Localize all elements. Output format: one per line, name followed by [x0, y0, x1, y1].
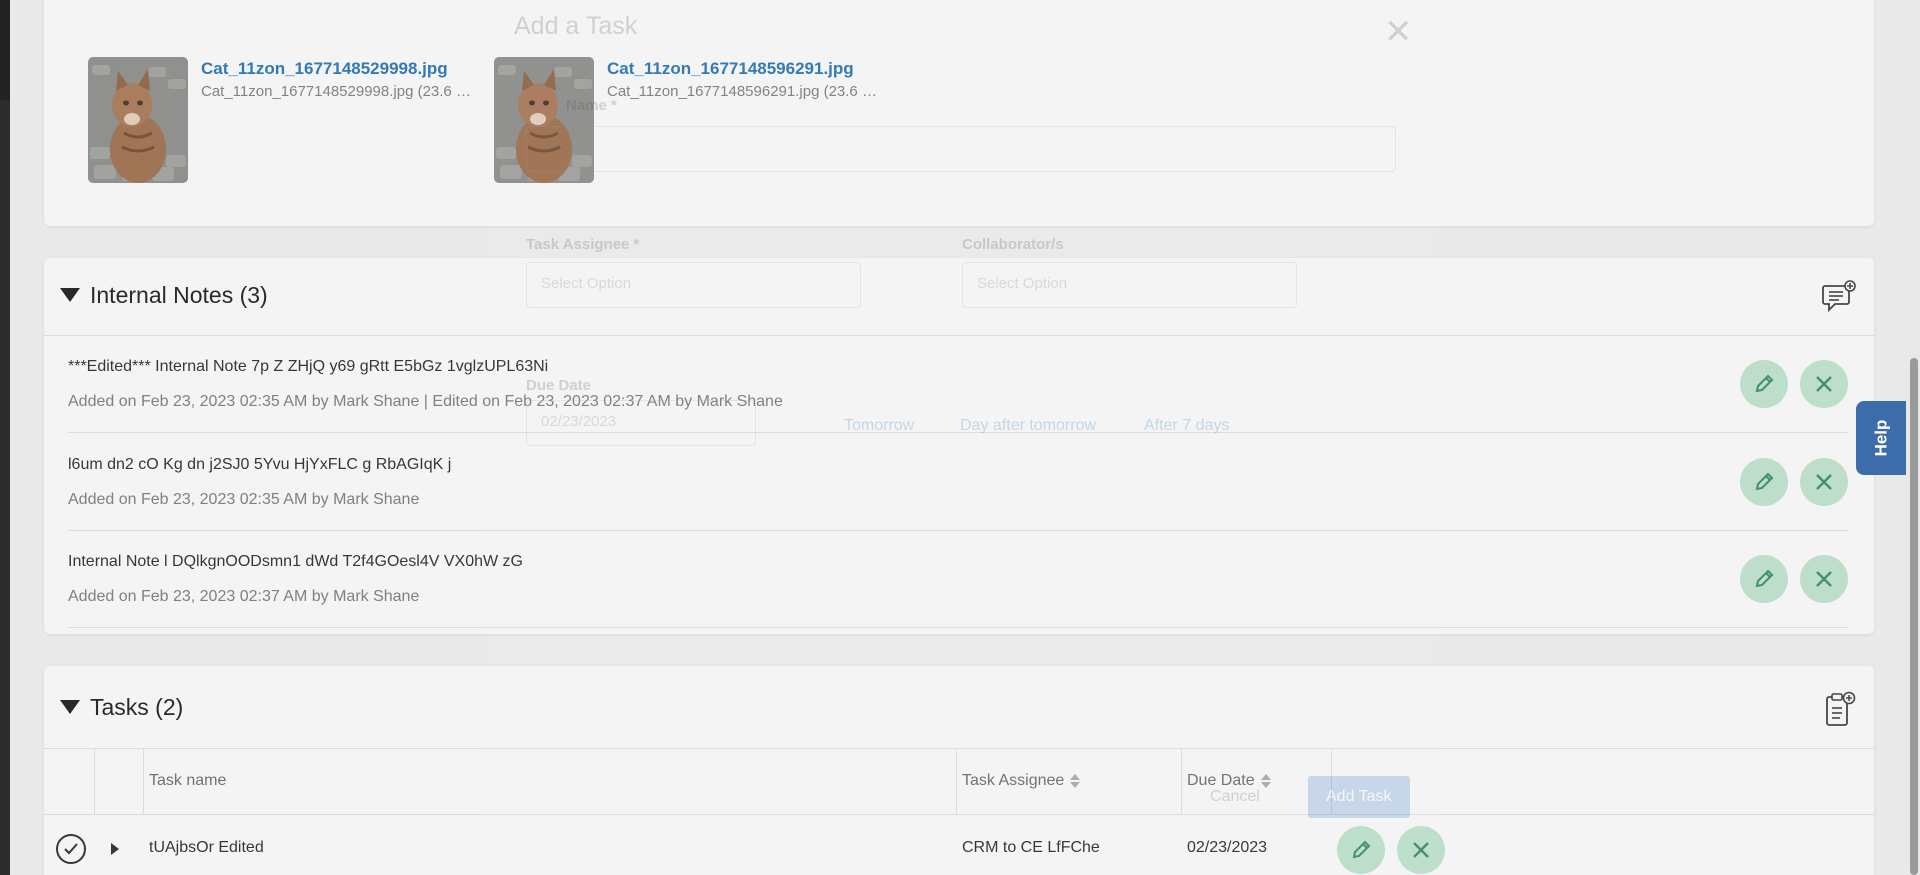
- due-date-input[interactable]: 02/23/2023: [526, 400, 756, 446]
- quick-date-day-after-tomorrow[interactable]: Day after tomorrow: [960, 417, 1096, 435]
- task-name-input[interactable]: Text: [526, 126, 1396, 172]
- add-task-button[interactable]: Add Task: [1308, 776, 1410, 818]
- collaborator-label: Collaborator/s: [962, 236, 1064, 253]
- collaborator-select[interactable]: Select Option: [962, 262, 1297, 308]
- help-label: Help: [1871, 419, 1890, 457]
- page-scrollbar[interactable]: [1906, 0, 1920, 875]
- cancel-button[interactable]: Cancel: [1192, 776, 1278, 818]
- modal-title: Add a Task: [514, 12, 638, 40]
- quick-date-after-7-days[interactable]: After 7 days: [1144, 417, 1229, 435]
- quick-date-tomorrow[interactable]: Tomorrow: [844, 417, 914, 435]
- task-assignee-select[interactable]: Select Option: [526, 262, 861, 308]
- help-tab[interactable]: Help: [1856, 401, 1906, 475]
- due-date-label: Due Date: [526, 377, 592, 394]
- task-assignee-label: Task Assignee *: [526, 236, 640, 253]
- scrollbar-thumb[interactable]: [1910, 358, 1918, 875]
- close-icon[interactable]: ✕: [1384, 12, 1413, 52]
- add-task-modal: Add a Task ✕ Name * Text Task Assignee *…: [481, 0, 1439, 860]
- task-name-label: Name *: [566, 97, 617, 114]
